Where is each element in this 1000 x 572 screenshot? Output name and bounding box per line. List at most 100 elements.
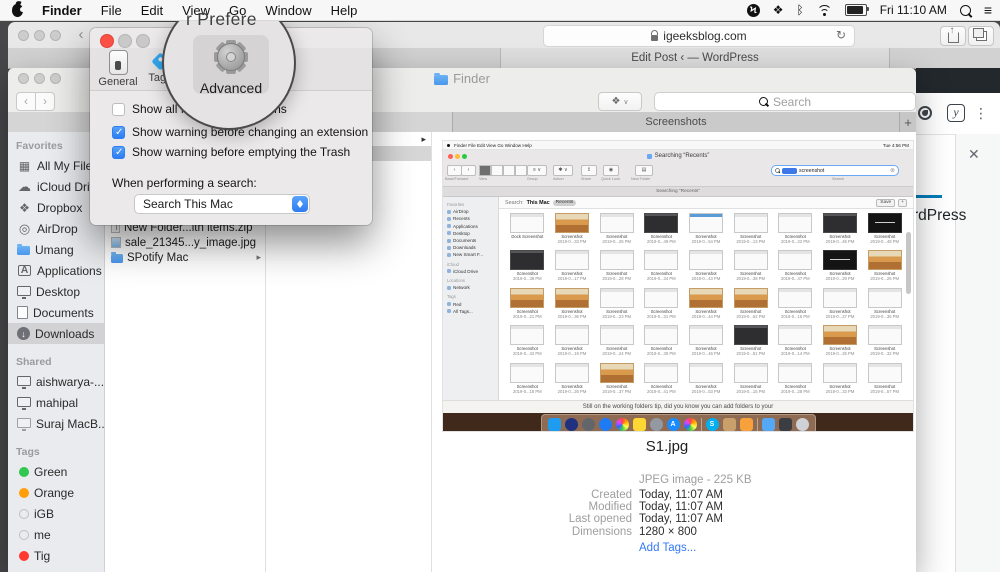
sidebar-item-icon xyxy=(19,508,29,519)
safari-minimize-button[interactable] xyxy=(34,30,45,41)
dropbox-toolbar-button[interactable]: ❖ ∨ xyxy=(598,92,642,111)
preview-info-row: Dimensions 1280 × 800 xyxy=(432,526,916,538)
sidebar-item[interactable]: mahipal xyxy=(8,392,104,413)
screenshot-thumbnail: Screenshot 2019-0...49 PM xyxy=(639,211,684,248)
screenshot-thumbnail: Screenshot 2019-0...24 PM xyxy=(594,323,639,360)
shot-search-label: Search xyxy=(831,177,845,181)
menu-item[interactable]: Help xyxy=(331,3,358,18)
shot-dock-icon xyxy=(761,418,775,431)
sidebar-item[interactable]: Applications xyxy=(8,260,104,281)
sidebar-item[interactable]: Orange xyxy=(8,482,104,503)
screenshot-thumbnail: Screenshot 2019-0...26 PM xyxy=(550,361,595,398)
forward-button[interactable]: › xyxy=(36,92,55,111)
shot-toolbar-label: New Folder xyxy=(631,177,651,181)
menu-item[interactable]: Window xyxy=(265,3,311,18)
search-scope-dropdown[interactable]: Search This Mac xyxy=(134,194,310,214)
shot-sidebar-item: Locations xyxy=(447,277,465,283)
sidebar-item[interactable]: All Tags... xyxy=(8,566,104,572)
sidebar-item-icon xyxy=(17,159,32,173)
new-tab-button[interactable]: + xyxy=(900,112,916,132)
apple-menu-icon[interactable] xyxy=(12,3,25,17)
reload-icon[interactable]: ↻ xyxy=(836,28,846,42)
sidebar-item[interactable]: Tig xyxy=(8,545,104,566)
bolt-menu-icon[interactable]: Ϟ xyxy=(746,3,760,17)
sidebar-item[interactable]: Desktop xyxy=(8,281,104,302)
url-field[interactable]: igeeksblog.com ↻ xyxy=(543,25,855,47)
screenshot-thumbnail: Screenshot 2019-0...28 PM xyxy=(773,361,818,398)
preview-scrollbar[interactable] xyxy=(906,232,911,294)
screenshot-thumbnail: Screenshot 2019-0...25 PM xyxy=(862,248,907,285)
yoast-icon[interactable]: y xyxy=(947,104,965,122)
safari-close-button[interactable] xyxy=(18,30,29,41)
back-button[interactable]: ‹ xyxy=(16,92,36,111)
sidebar-item[interactable]: iGB xyxy=(8,503,104,524)
shot-dock-icon: A xyxy=(666,418,680,431)
screenshot-thumbnail: Screenshot 2019-0...38 PM xyxy=(728,248,773,285)
sidebar-item[interactable]: Downloads xyxy=(8,323,104,344)
sidebar-item[interactable]: me xyxy=(8,524,104,545)
file-icon xyxy=(111,237,121,248)
sidebar-item-icon xyxy=(17,222,32,236)
checkbox-warn-empty-trash[interactable]: Show warning before emptying the Trash xyxy=(112,145,350,159)
safari-tab[interactable]: Edit Post ‹ — WordPress xyxy=(500,48,890,68)
checkbox-checked[interactable] xyxy=(112,145,125,159)
tab-general[interactable]: General xyxy=(96,50,140,88)
checkbox-checked[interactable] xyxy=(112,125,125,139)
sidebar-item-label: aishwarya-... xyxy=(36,374,105,389)
bluetooth-icon[interactable]: ᛒ xyxy=(796,3,803,17)
add-tags-link[interactable]: Add Tags... xyxy=(639,542,696,554)
screenshot-thumbnail: Screenshot 2019-0...33 PM xyxy=(818,361,863,398)
sidebar-item-label: Tig xyxy=(34,548,51,563)
wifi-icon[interactable] xyxy=(816,4,832,16)
disclosure-icon: ▸ xyxy=(256,252,261,262)
shot-sidebar-item: Recents xyxy=(443,215,498,222)
wp-options-menu-icon[interactable]: ⋮ xyxy=(974,105,988,122)
shot-dock-icon xyxy=(700,418,702,431)
sidebar-item[interactable]: Shared xyxy=(8,353,104,371)
share-button[interactable] xyxy=(940,25,966,46)
screenshot-thumbnail: Screenshot 2019-0...54 PM xyxy=(684,211,729,248)
wp-plugin-icon[interactable] xyxy=(918,106,932,120)
wp-close-settings-icon[interactable]: ✕ xyxy=(968,146,980,163)
menu-item[interactable]: Edit xyxy=(141,3,163,18)
sidebar-item[interactable]: Documents xyxy=(8,302,104,323)
screenshot-thumbnail: Screenshot 2019-0...45 PM xyxy=(818,211,863,248)
dropbox-menu-icon[interactable]: ❖ xyxy=(773,3,784,17)
menu-clock[interactable]: Fri 11:10 AM xyxy=(880,3,947,17)
finder-tab-screenshots[interactable]: Screenshots xyxy=(453,112,900,132)
shot-sidebar-item: New Smart F... xyxy=(443,251,498,258)
dialog-minimize-button[interactable] xyxy=(118,34,132,48)
screenshot-thumbnail: Screenshot 2019-0...33 PM xyxy=(550,211,595,248)
notification-center-icon[interactable]: ≡ xyxy=(984,2,992,18)
menu-item[interactable]: File xyxy=(101,3,122,18)
shot-titlebar: Searching “Recents” xyxy=(443,150,913,162)
file-row[interactable]: SPotify Mac ▸ xyxy=(105,250,265,265)
preview-info-label: Modified xyxy=(588,500,632,513)
sidebar-item[interactable]: aishwarya-... xyxy=(8,371,104,392)
battery-icon[interactable] xyxy=(844,4,869,16)
shot-toolbar-label: View xyxy=(479,177,488,181)
finder-search-field[interactable]: Search xyxy=(654,92,916,111)
sidebar-item-label: iGB xyxy=(34,506,55,521)
tab-overview-button[interactable] xyxy=(968,26,994,46)
sidebar-item-label: Orange xyxy=(34,485,75,500)
sidebar-item-icon xyxy=(17,417,31,431)
sidebar-item[interactable]: Umang xyxy=(8,239,104,260)
screenshot-thumbnail: Screenshot 2019-0...19 PM xyxy=(550,323,595,360)
sidebar-item[interactable]: Tags xyxy=(8,443,104,461)
checkbox[interactable] xyxy=(112,102,125,116)
safari-zoom-button[interactable] xyxy=(50,30,61,41)
spotlight-search-icon[interactable] xyxy=(959,4,971,16)
file-row[interactable]: sale_21345...y_image.jpg xyxy=(105,235,265,250)
dialog-zoom-button[interactable] xyxy=(136,34,150,48)
preview-info-row: Created Today, 11:07 AM xyxy=(432,488,916,501)
sidebar-item[interactable]: Green xyxy=(8,461,104,482)
dialog-close-button[interactable] xyxy=(100,34,114,48)
safari-back-button[interactable]: ‹ xyxy=(70,25,92,44)
sidebar-item-label: mahipal xyxy=(36,395,79,410)
sidebar-item[interactable]: Suraj MacB... xyxy=(8,413,104,434)
sidebar-item-label: Shared xyxy=(16,356,52,368)
search-icon xyxy=(775,168,780,173)
menu-app-name[interactable]: Finder xyxy=(42,3,82,18)
sidebar-item-icon xyxy=(19,466,29,477)
